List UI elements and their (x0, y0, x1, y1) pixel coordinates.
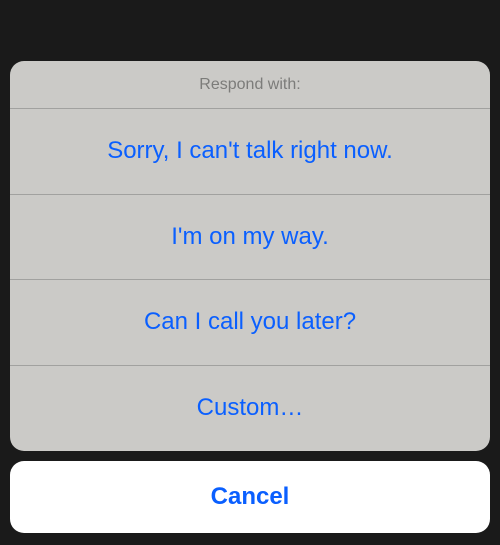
response-option-custom[interactable]: Custom… (10, 366, 490, 451)
sheet-title: Respond with: (10, 61, 490, 109)
response-option-on-my-way[interactable]: I'm on my way. (10, 195, 490, 281)
cancel-button[interactable]: Cancel (10, 461, 490, 533)
response-option-call-later[interactable]: Can I call you later? (10, 280, 490, 366)
response-option-cant-talk[interactable]: Sorry, I can't talk right now. (10, 109, 490, 195)
action-sheet: Respond with: Sorry, I can't talk right … (10, 61, 490, 451)
